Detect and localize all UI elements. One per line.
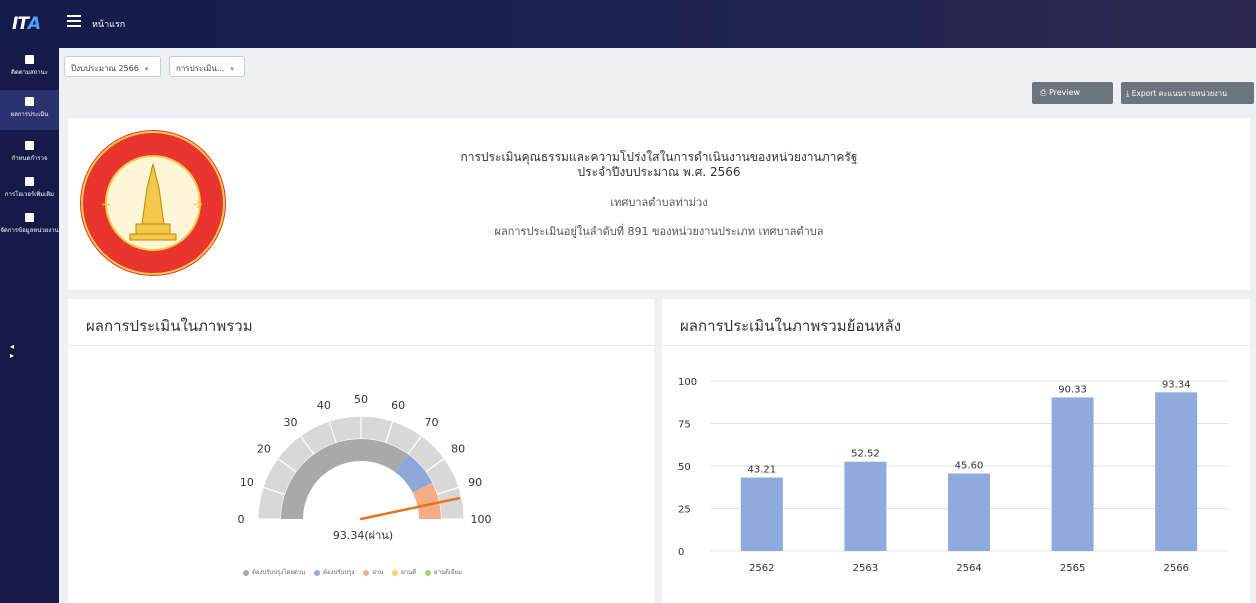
gauge-tick-label: 70 (425, 416, 439, 429)
info-card: ✣ ✣ การประเมินคุณธรรมและความโปร่งใสในการ… (68, 118, 1250, 290)
gauge-tick-label: 80 (451, 442, 465, 455)
legend-dot (243, 569, 249, 576)
x-tick-label: 2566 (1163, 563, 1188, 574)
bar-value-label: 45.60 (955, 460, 984, 471)
sidebar-item-label: การโอเวอร์เพิ่มเติม (4, 191, 55, 198)
export-button-label: Export คะแนนรายหน่วยงาน (1131, 89, 1228, 98)
sidebar-item-label: ติดตามสถานะ (10, 69, 48, 76)
legend-item: ต้องปรับปรุงโดยด่วน (252, 569, 306, 576)
printer-icon: ⎙ (1040, 88, 1049, 97)
legend-dot (392, 569, 399, 576)
logo-text-right: A (27, 14, 41, 34)
preview-button[interactable]: ⎙ Preview (1032, 82, 1113, 104)
legend-item: ต้องปรับปรุง (323, 569, 355, 576)
history-bar-chart: 0 25 50 75 100 43.21 2562 52.52 2563 45.60 2564 90.… (678, 377, 1228, 574)
bar-value-label: 93.34 (1162, 379, 1191, 390)
gauge-tick-label: 20 (257, 442, 271, 455)
sidebar: ติดตามสถานะ ผลการประเมิน กำหนดกำรวจ การโ… (0, 48, 59, 603)
bar-value-label: 43.21 (747, 465, 776, 476)
gauge-tick-label: 90 (468, 476, 482, 489)
building-icon (25, 177, 34, 186)
bar (1155, 392, 1198, 551)
sidebar-item-label: จัดการข้อมูลหน่วยงาน (0, 227, 59, 234)
sidebar-item-org-data[interactable]: จัดการข้อมูลหน่วยงาน (0, 206, 59, 246)
year-select-value: ปีงบประมาณ 2566 (71, 64, 139, 73)
gauge-legend: ต้องปรับปรุงโดยด่วน ต้องปรับปรุง ผ่าน ผ่… (236, 567, 462, 577)
y-tick-label: 100 (678, 377, 697, 388)
gauge-tick-label: 10 (240, 476, 254, 489)
hamburger-menu-icon[interactable] (67, 15, 81, 29)
preview-button-label: Preview (1048, 88, 1081, 97)
organization-name: เทศบาลตำบลท่าม่วง (610, 196, 708, 209)
legend-item: ผ่าน (372, 569, 384, 576)
gauge-tick-label: 60 (391, 399, 405, 412)
assessment-select[interactable]: การประเมิน... ▾ (169, 56, 245, 77)
export-button[interactable]: ⤓ Export คะแนนรายหน่วยงาน (1121, 82, 1254, 104)
fiscal-year-title: ประจำปีงบประมาณ พ.ศ. 2566 (577, 165, 741, 179)
logo-text-left: IT (12, 14, 29, 34)
legend-dot (363, 569, 370, 576)
y-tick-label: 75 (678, 420, 691, 431)
x-tick-label: 2564 (956, 563, 981, 574)
legend-item: ผ่านดี (401, 569, 417, 576)
file-icon (25, 213, 34, 222)
ranking-text: ผลการประเมินอยู่ในลำดับที่ 891 ของหน่วยง… (494, 225, 824, 238)
app-logo[interactable]: ITA (12, 14, 41, 34)
x-tick-label: 2565 (1060, 563, 1085, 574)
y-tick-label: 0 (678, 547, 684, 558)
edit-icon (25, 141, 34, 150)
sidebar-item-label: กำหนดกำรวจ (11, 155, 48, 162)
year-select[interactable]: ปีงบประมาณ 2566 ▾ (64, 56, 161, 77)
bar (844, 461, 887, 551)
history-result-card: ผลการประเมินในภาพรวมย้อนหลัง 0 25 50 75 100 4… (662, 299, 1250, 603)
x-tick-label: 2562 (749, 563, 774, 574)
gauge-tick-label: 50 (354, 393, 368, 406)
assessment-select-value: การประเมิน... (176, 64, 225, 73)
chevron-down-icon: ▾ (144, 65, 149, 73)
gauge-tick-label: 0 (238, 513, 245, 526)
history-result-title: ผลการประเมินในภาพรวมย้อนหลัง (662, 299, 1250, 346)
bar-value-label: 52.52 (851, 449, 880, 460)
bar-value-label: 90.33 (1058, 384, 1087, 395)
gauge-tick-label: 30 (283, 416, 297, 429)
legend-item: ผ่านดีเยี่ยม (434, 569, 462, 576)
chart-icon (25, 55, 34, 64)
bar (740, 477, 783, 551)
sidebar-item-additional[interactable]: การโอเวอร์เพิ่มเติม (0, 170, 59, 210)
legend-dot (425, 569, 432, 576)
chevron-down-icon: ▾ (230, 65, 234, 73)
sidebar-item-status[interactable]: ติดตามสถานะ (0, 48, 59, 88)
legend-dot (314, 569, 321, 576)
bar (1051, 397, 1094, 551)
top-bar: ITA หน้าแรก (0, 0, 1256, 48)
bar (948, 473, 990, 551)
page-title: หน้าแรก (92, 20, 126, 30)
y-tick-label: 50 (678, 462, 691, 473)
sidebar-item-schedule[interactable]: กำหนดกำรวจ (0, 134, 59, 174)
sidebar-item-results[interactable]: ผลการประเมิน (0, 90, 59, 130)
x-tick-label: 2563 (853, 563, 878, 574)
gauge-tick-label: 40 (317, 399, 331, 412)
sidebar-item-label: ผลการประเมิน (10, 111, 49, 118)
overall-result-card: ผลการประเมินในภาพรวม 0 10 20 30 40 50 60 70 80 90… (68, 299, 654, 603)
report-icon (25, 97, 34, 106)
gauge-tick-label: 100 (471, 513, 492, 526)
sidebar-collapse-toggle[interactable]: ◂ ▸ (10, 342, 59, 360)
overall-result-title: ผลการประเมินในภาพรวม (68, 299, 654, 346)
y-tick-label: 25 (678, 505, 691, 516)
gauge-score-label: 93.34(ผ่าน) (332, 529, 394, 542)
